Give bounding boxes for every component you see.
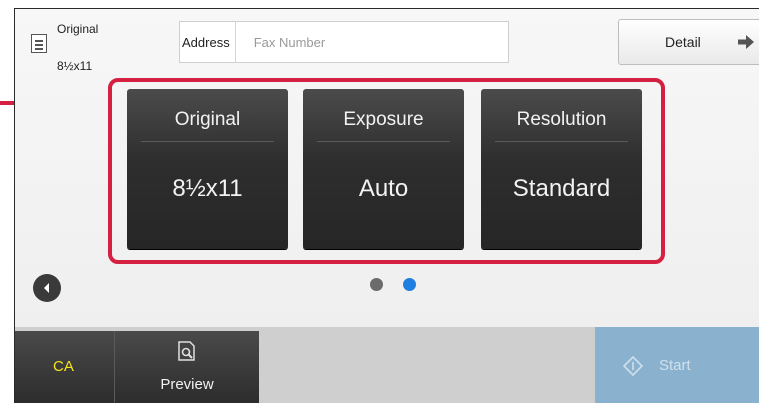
preview-button[interactable]: Preview xyxy=(114,331,259,403)
exposure-setting-tile[interactable]: Exposure Auto xyxy=(303,89,464,249)
chevron-left-icon xyxy=(44,283,49,293)
clear-all-button[interactable]: CA xyxy=(15,331,114,403)
tile-value: Standard xyxy=(512,175,611,202)
tile-divider xyxy=(317,141,450,142)
document-icon xyxy=(31,34,47,53)
previous-page-button[interactable] xyxy=(33,274,61,302)
diamond-icon xyxy=(623,356,643,376)
preview-label: Preview xyxy=(160,376,214,393)
tile-title: Exposure xyxy=(343,109,424,130)
magnifier-icon xyxy=(178,341,195,361)
address-label: Address xyxy=(180,22,236,62)
tile-title: Original xyxy=(174,109,241,130)
resolution-setting-tile[interactable]: Resolution Standard xyxy=(481,89,642,249)
tile-divider xyxy=(495,141,628,142)
original-indicator-title: Original xyxy=(57,22,99,36)
tile-divider xyxy=(141,141,274,142)
original-indicator-size: 8½x11 xyxy=(57,59,93,73)
tile-value: 8½x11 xyxy=(172,175,243,202)
tile-value: Auto xyxy=(358,175,409,202)
device-frame: Original 8½x11 Address Detail Original 8… xyxy=(0,0,759,403)
original-setting-tile[interactable]: Original 8½x11 xyxy=(127,89,288,249)
detail-button[interactable]: Detail xyxy=(618,19,759,65)
fax-number-input[interactable] xyxy=(235,34,508,50)
start-button[interactable]: Start xyxy=(595,327,759,403)
tile-title: Resolution xyxy=(516,109,607,130)
original-indicator[interactable]: Original 8½x11 xyxy=(27,19,147,75)
clear-all-label: CA xyxy=(53,358,74,375)
address-field[interactable]: Address xyxy=(179,21,509,63)
bottom-action-bar: CA Preview Start xyxy=(15,327,759,403)
arrow-right-icon xyxy=(738,35,754,49)
detail-label: Detail xyxy=(665,34,701,50)
page-indicator-dot-2-active[interactable] xyxy=(403,278,416,291)
start-label: Start xyxy=(659,357,691,374)
page-indicator-dot-1[interactable] xyxy=(370,278,383,291)
fax-screen: Original 8½x11 Address Detail Original 8… xyxy=(14,8,759,403)
